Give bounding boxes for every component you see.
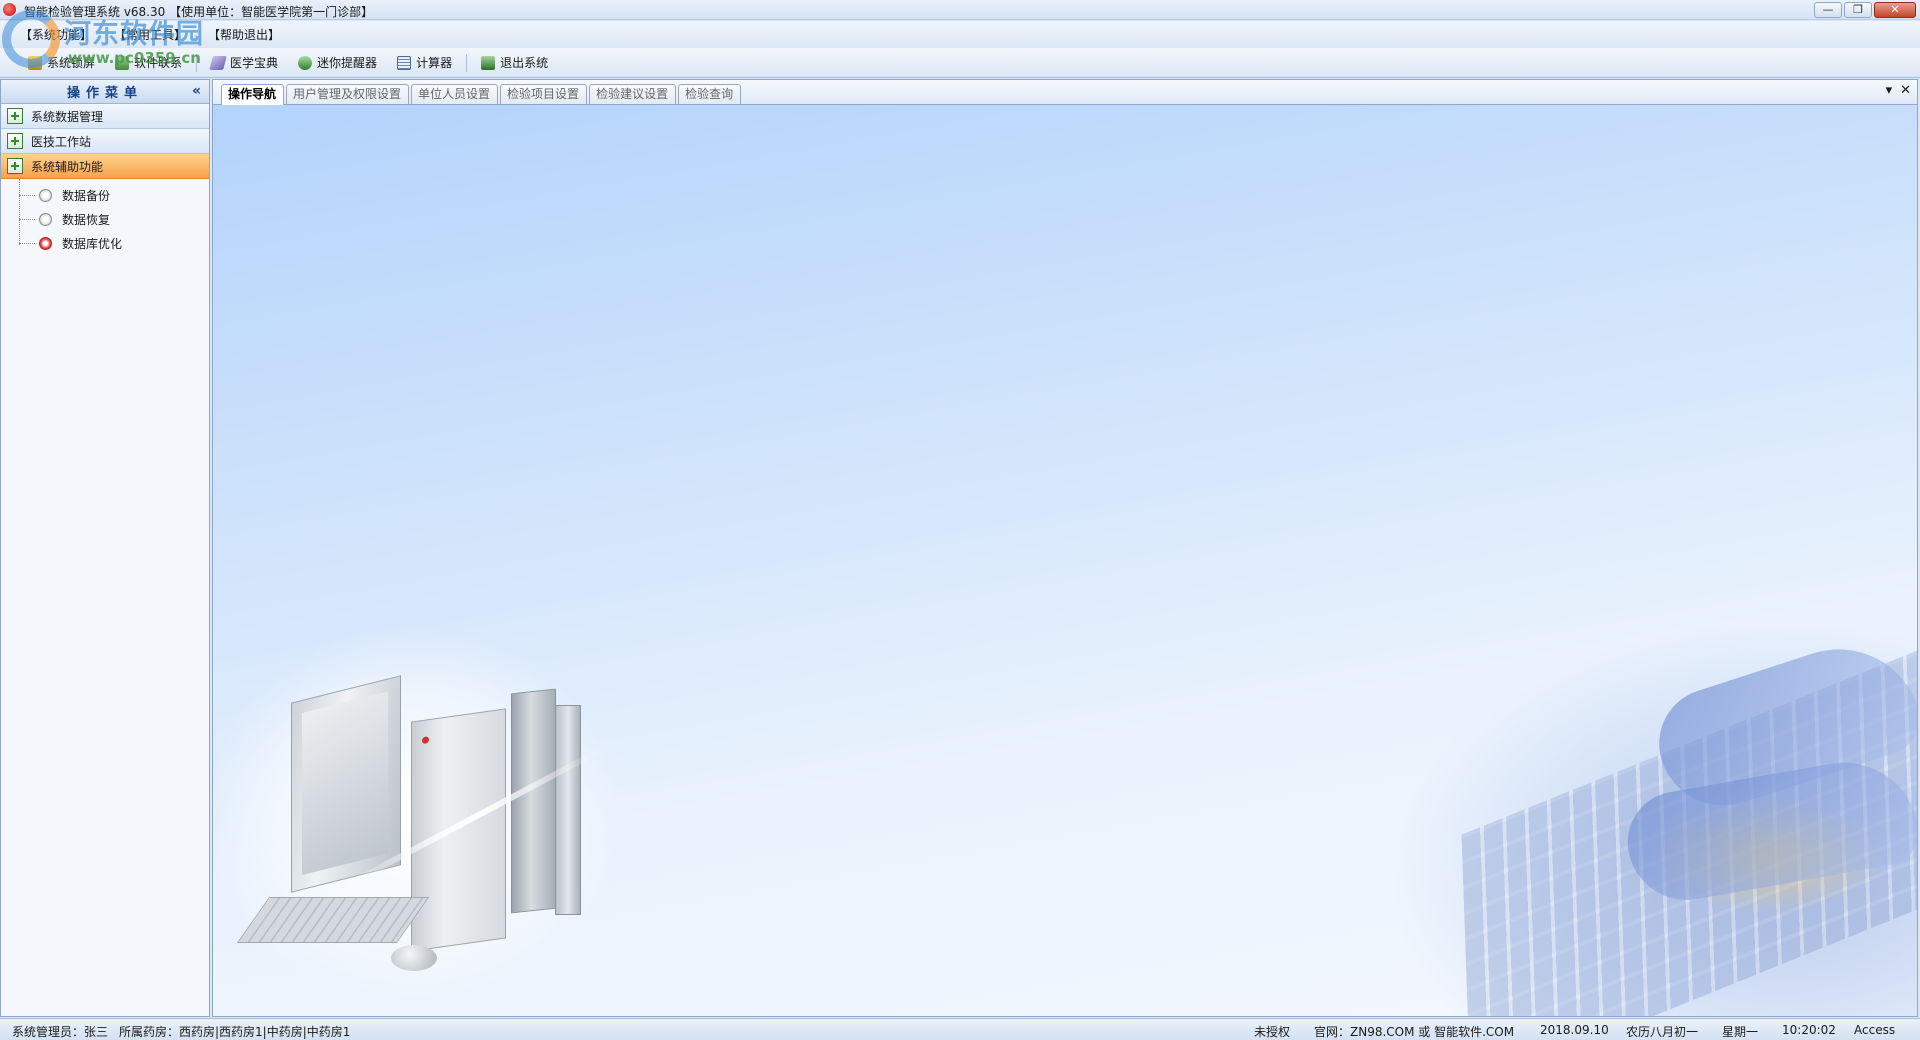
toolbar-divider [196, 53, 198, 72]
tree-item-label: 数据备份 [62, 188, 111, 203]
toolbar-divider [466, 53, 468, 72]
exit-system-button[interactable]: 退出系统 [471, 51, 558, 75]
disc-icon [39, 236, 52, 250]
tree-item-label: 数据库优化 [62, 236, 123, 251]
status-website: 官网：ZN98.COM 或 智能软件.COM [1314, 1025, 1515, 1039]
expand-plus-icon [7, 133, 23, 149]
tree-item-data-restore[interactable]: 数据恢复 [1, 207, 209, 231]
mini-reminder-label: 迷你提醒器 [317, 56, 378, 70]
calculator-label: 计算器 [416, 56, 453, 70]
menu-common-tools[interactable]: 【常用工具】 [114, 26, 186, 43]
monitor-graphic [291, 675, 401, 893]
tab-test-advice[interactable]: 检验建议设置 [589, 84, 677, 104]
exit-icon [481, 55, 496, 70]
lock-screen-label: 系统锁屏 [47, 56, 96, 70]
tree-item-db-optimize[interactable]: 数据库优化 [1, 231, 209, 255]
mini-reminder-button[interactable]: 迷你提醒器 [288, 51, 387, 75]
sidebar-group-label: 系统辅助功能 [31, 159, 104, 174]
exit-system-label: 退出系统 [500, 56, 549, 70]
computer-illustration [213, 625, 623, 1005]
window-title: 智能检验管理系统 v68.30 【使用单位：智能医学院第一门诊部】 [24, 5, 374, 19]
tab-staff-settings[interactable]: 单位人员设置 [411, 84, 499, 104]
disc-icon [39, 188, 52, 202]
status-bar: 系统管理员：张三 所属药房：西药房|西药房1|中药房|中药房1 未授权 官网：Z… [0, 1018, 1920, 1040]
expand-plus-icon [7, 108, 23, 124]
disc-icon [39, 212, 52, 226]
reminder-icon [298, 55, 313, 70]
restore-button[interactable]: ❐ [1844, 2, 1872, 18]
calculator-icon [397, 55, 412, 70]
sidebar-group-tech-workstation[interactable]: 医技工作站 [1, 129, 209, 154]
tab-list: 操作导航 用户管理及权限设置 单位人员设置 检验项目设置 检验建议设置 检验查询 [221, 84, 743, 105]
calculator-button[interactable]: 计算器 [387, 51, 462, 75]
lock-icon [28, 55, 42, 70]
toolbar: 系统锁屏 软件联系 医学宝典 迷你提醒器 计算器 退出系统 [0, 48, 1920, 78]
sidebar-group-system-data[interactable]: 系统数据管理 [1, 104, 209, 129]
title-bar: 智能检验管理系统 v68.30 【使用单位：智能医学院第一门诊部】 — ❐ ✕ [0, 0, 1920, 20]
sidebar-group-auxiliary[interactable]: 系统辅助功能 [1, 154, 209, 179]
navigation-content-area [213, 105, 1917, 1016]
collapse-sidebar-button[interactable]: « [192, 83, 201, 99]
mouse-graphic [391, 945, 437, 971]
status-operator: 系统管理员：张三 [12, 1025, 109, 1039]
tab-controls: ▾ ✕ [1886, 83, 1911, 98]
contact-icon [115, 55, 130, 70]
tab-user-permissions[interactable]: 用户管理及权限设置 [286, 84, 410, 104]
sidebar-group-label: 系统数据管理 [31, 109, 104, 124]
status-license: 未授权 [1254, 1025, 1291, 1039]
tower-graphic [411, 708, 506, 952]
tab-test-query[interactable]: 检验查询 [678, 84, 742, 104]
close-button[interactable]: ✕ [1874, 2, 1916, 18]
close-tab-icon[interactable]: ✕ [1900, 83, 1911, 98]
expand-plus-icon [7, 158, 23, 174]
window-controls: — ❐ ✕ [1814, 2, 1916, 18]
sidebar-group-label: 医技工作站 [31, 134, 92, 149]
status-date: 2018.09.10 [1540, 1023, 1609, 1037]
status-weekday: 星期一 [1722, 1025, 1759, 1039]
status-pharmacy: 所属药房：西药房|西药房1|中药房|中药房1 [119, 1025, 351, 1039]
tab-operation-nav[interactable]: 操作导航 [221, 84, 285, 105]
tab-list-dropdown-icon[interactable]: ▾ [1886, 83, 1893, 98]
tree-item-label: 数据恢复 [62, 212, 111, 227]
operation-menu-sidebar: 操作菜单 « 系统数据管理 医技工作站 系统辅助功能 数据备份 数据恢复 数据库… [0, 79, 210, 1017]
minimize-button[interactable]: — [1814, 2, 1842, 18]
main-panel: 操作导航 用户管理及权限设置 单位人员设置 检验项目设置 检验建议设置 检验查询… [212, 79, 1918, 1017]
medical-book-label: 医学宝典 [230, 56, 279, 70]
auxiliary-tree: 数据备份 数据恢复 数据库优化 [1, 179, 209, 255]
keyboard-hands-illustration [1357, 625, 1917, 1016]
tree-item-data-backup[interactable]: 数据备份 [1, 183, 209, 207]
contact-label: 软件联系 [134, 56, 183, 70]
menu-help-exit[interactable]: 【帮助退出】 [208, 26, 280, 43]
menu-bar: 【系统功能】 【常用工具】 【帮助退出】 [0, 21, 1920, 47]
status-database: Access [1854, 1023, 1896, 1037]
medical-book-button[interactable]: 医学宝典 [201, 51, 288, 75]
lock-screen-button[interactable]: 系统锁屏 [18, 51, 105, 75]
status-time: 10:20:02 [1782, 1023, 1836, 1037]
tab-bar: 操作导航 用户管理及权限设置 单位人员设置 检验项目设置 检验建议设置 检验查询… [213, 80, 1917, 105]
contact-button[interactable]: 软件联系 [105, 51, 192, 75]
tab-test-items[interactable]: 检验项目设置 [500, 84, 588, 104]
app-icon[interactable] [3, 3, 16, 16]
book-icon [209, 55, 227, 70]
keyboard-graphic [236, 897, 430, 943]
menu-system-functions[interactable]: 【系统功能】 [20, 26, 92, 43]
status-lunar-date: 农历八月初一 [1626, 1025, 1699, 1039]
sidebar-title: 操作菜单 [66, 86, 143, 101]
sidebar-header: 操作菜单 « [1, 80, 209, 104]
